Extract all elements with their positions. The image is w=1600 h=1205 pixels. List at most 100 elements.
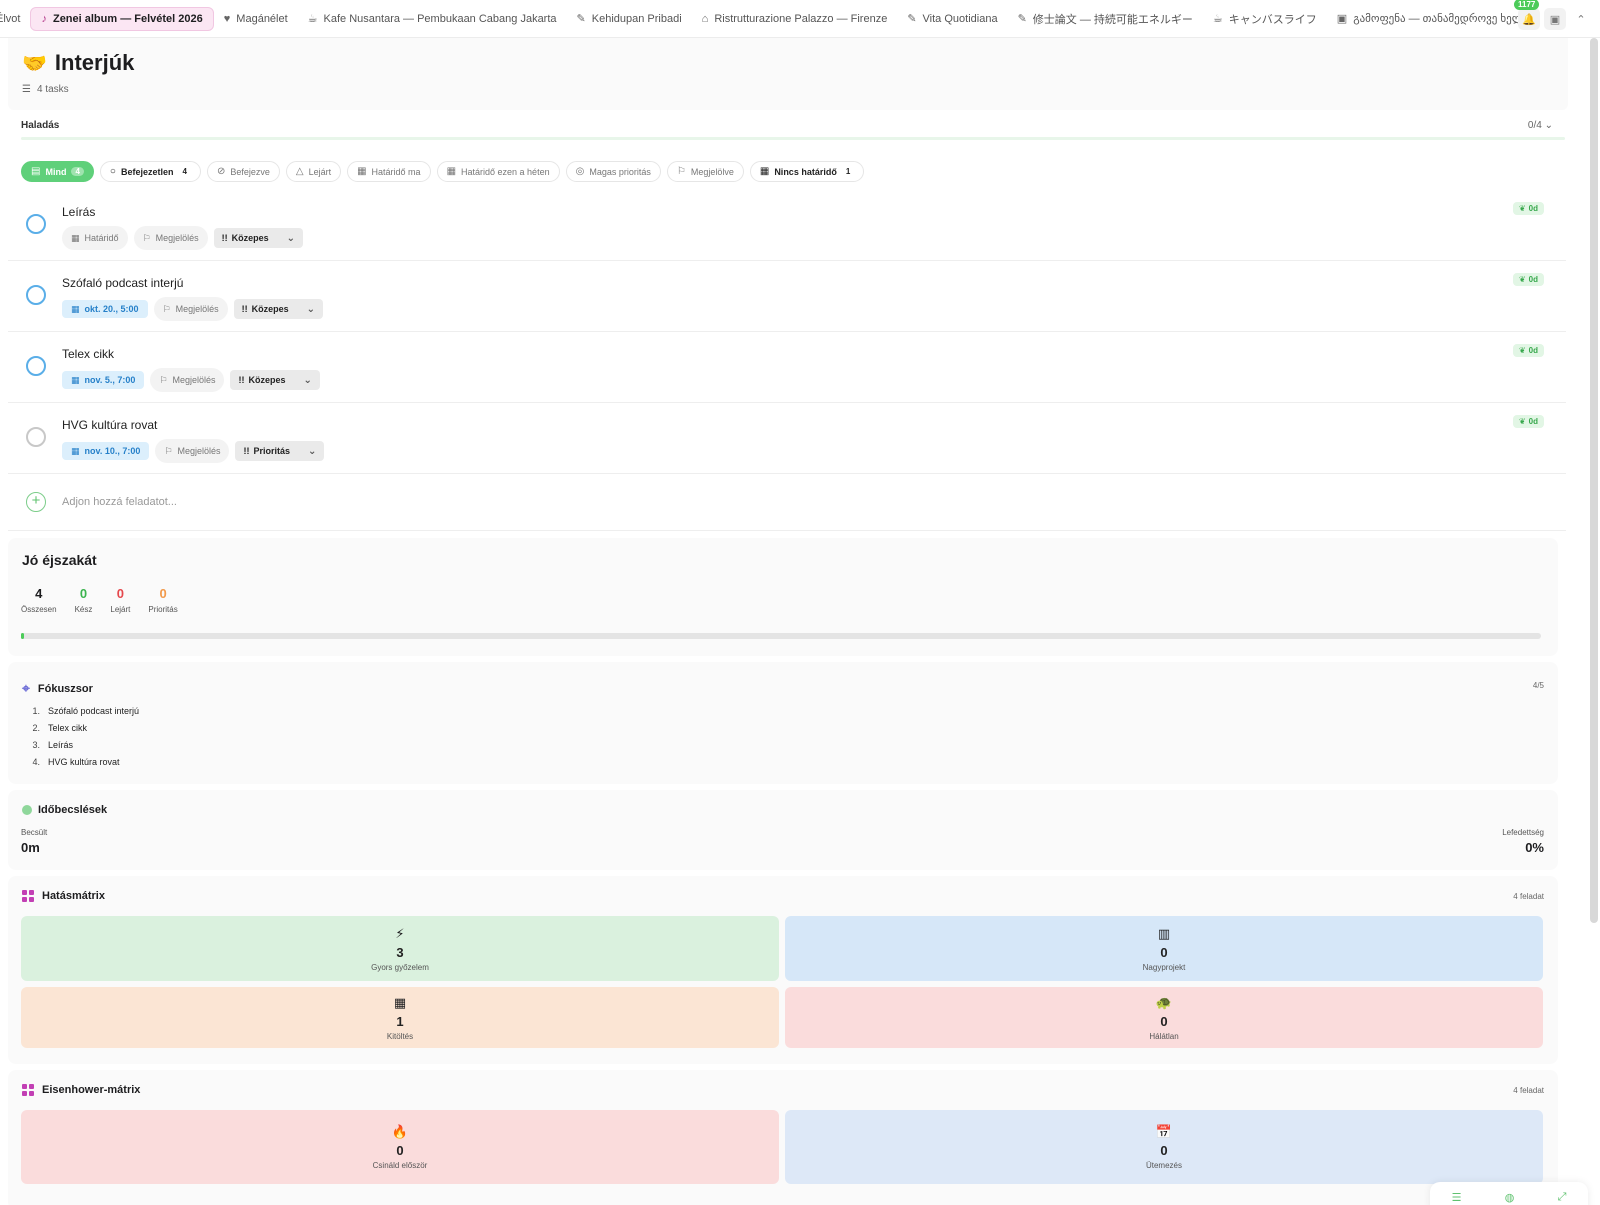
time-estimate-badge[interactable]: ❦ 0d (1512, 273, 1544, 286)
task-checkbox[interactable] (26, 356, 46, 376)
pen-icon: ✎ (1017, 13, 1027, 25)
due-date-button[interactable]: ▦ nov. 5., 7:00 (62, 371, 145, 389)
flag-icon: ⚐ (164, 445, 173, 456)
flag-button[interactable]: ⚐ Megjelölés (155, 439, 230, 463)
time-estimate-badge[interactable]: ❦ 0d (1512, 415, 1544, 428)
impact-matrix-card: Hatásmátrix 4 feladat ⚡ 3 Gyors győzelem ▥… (8, 876, 1558, 1064)
tab-2[interactable]: ♥ Magánélet (214, 7, 298, 31)
calendar-icon: ▦ (357, 166, 367, 177)
task-row[interactable]: Telex cikk ▦ nov. 5., 7:00 ⚐ Megjelölés !!… (8, 332, 1566, 403)
tab-4[interactable]: ✎ Kehidupan Pribadi (567, 7, 692, 31)
progress-section[interactable]: Haladás 0/4 ⌄ (21, 120, 1565, 142)
project-tab-bar: Élvot ♪ Zenei album — Felvétel 2026 ♥ Magá… (0, 0, 1600, 38)
tab-8[interactable]: ☕ キャンバスライフ (1203, 7, 1327, 31)
building-icon: ▥ (1157, 925, 1171, 941)
filter-all[interactable]: ▤ Mind 4 (21, 161, 94, 182)
filter-overdue[interactable]: △ Lejárt (285, 161, 342, 182)
collapse-button[interactable]: ⌃ (1570, 8, 1592, 30)
filter-due-today[interactable]: ▦ Határidő ma (347, 161, 431, 182)
flag-label: Megjelölés (155, 233, 199, 243)
do-first-cell[interactable]: 🔥 0 Csináld először (21, 1110, 779, 1184)
tab-6[interactable]: ✎ Vita Quotidiana (897, 7, 1007, 31)
big-project-cell[interactable]: ▥ 0 Nagyprojekt (785, 916, 1543, 981)
filter-label: Befejezve (230, 166, 270, 177)
flag-button[interactable]: ⚐ Megjelölés (153, 297, 228, 321)
layout-button[interactable]: ▣ (1544, 8, 1566, 30)
filter-no-due-date[interactable]: ▦ Nincs határidő 1 (749, 161, 865, 182)
add-task-row[interactable]: + Adjon hozzá feladatot... (8, 474, 1566, 531)
quick-win-cell[interactable]: ⚡ 3 Gyors győzelem (21, 916, 779, 981)
task-row[interactable]: Leírás ▦ Határidő ⚐ Megjelölés !! Közepes ⌄ … (8, 190, 1566, 261)
task-count-label: 4 tasks (36, 84, 69, 95)
time-estimate-label: 0d (1528, 275, 1538, 284)
due-date-button[interactable]: ▦ nov. 10., 7:00 (62, 442, 150, 460)
filter-completed[interactable]: ⊘ Befejezve (206, 161, 280, 182)
task-title[interactable]: Leírás (62, 205, 95, 219)
calendar-icon: ▦ (71, 303, 80, 314)
stat-label: Lejárt (110, 605, 131, 614)
tab-7[interactable]: ✎ 修士論文 — 持続可能エネルギー (1008, 7, 1203, 31)
list-icon[interactable]: ☰ (1452, 1191, 1462, 1204)
tab-3[interactable]: ☕ Kafe Nusantara — Pembukaan Cabang Jakar… (298, 7, 567, 31)
focus-item-label: HVG kultúra rovat (48, 757, 120, 767)
filter-high-priority[interactable]: ◎ Magas prioritás (565, 161, 661, 182)
priority-select[interactable]: !! Prioritás ⌄ (235, 441, 325, 461)
priority-icon: !! (243, 446, 250, 456)
thankless-cell[interactable]: 🐢 0 Hálátlan (785, 987, 1543, 1048)
expand-icon[interactable]: ⤢ (1558, 1191, 1567, 1204)
task-title[interactable]: Szófaló podcast interjú (62, 276, 183, 290)
task-title[interactable]: HVG kultúra rovat (62, 418, 157, 432)
scrollbar[interactable] (1590, 38, 1598, 923)
cell-label: Hálátlan (1149, 1031, 1179, 1041)
filter-due-this-week[interactable]: ▦ Határidő ezen a héten (436, 161, 560, 182)
task-title[interactable]: Telex cikk (62, 347, 114, 361)
task-row[interactable]: Szófaló podcast interjú ▦ okt. 20., 5:00 … (8, 261, 1566, 332)
filter-flagged[interactable]: ⚐ Megjelölve (666, 161, 744, 182)
due-date-label: nov. 5., 7:00 (84, 375, 136, 385)
flag-button[interactable]: ⚐ Megjelölés (133, 226, 208, 250)
due-date-button[interactable]: ▦ okt. 20., 5:00 (62, 300, 148, 318)
add-task-input[interactable]: Adjon hozzá feladatot... (62, 496, 177, 508)
cell-value: 0 (1160, 1013, 1168, 1029)
time-estimate-badge[interactable]: ❦ 0d (1512, 202, 1544, 215)
time-estimates-card: Időbecslések Becsült 0m Lefedettség 0% (8, 790, 1558, 870)
time-estimate-badge[interactable]: ❦ 0d (1512, 344, 1544, 357)
priority-select[interactable]: !! Közepes ⌄ (233, 299, 324, 319)
due-date-button[interactable]: ▦ Határidő (62, 226, 128, 250)
target-icon: ◎ (575, 166, 585, 177)
priority-select[interactable]: !! Közepes ⌄ (213, 228, 304, 248)
panel-icon: ▣ (1549, 13, 1561, 26)
stat-value: 4 (35, 586, 43, 601)
cell-label: Gyors győzelem (371, 962, 429, 972)
time-estimate-label: 0d (1528, 417, 1538, 426)
impact-grid: ⚡ 3 Gyors győzelem ▥ 0 Nagyprojekt ▦ 1 Kitölté… (21, 916, 1543, 1048)
focus-item[interactable]: 3. Leírás (30, 740, 139, 757)
plus-circle-icon[interactable]: + (26, 492, 46, 512)
warning-icon: △ (295, 166, 304, 177)
task-row[interactable]: HVG kultúra rovat ▦ nov. 10., 7:00 ⚐ Megje… (8, 403, 1566, 474)
tab-0[interactable]: Élvot (0, 7, 30, 31)
focus-item[interactable]: 1. Szófaló podcast interjú (30, 706, 139, 723)
task-checkbox[interactable] (26, 427, 46, 447)
notifications-button[interactable]: 1177 🔔 (1514, 0, 1540, 30)
task-checkbox[interactable] (26, 285, 46, 305)
priority-label: Közepes (251, 304, 289, 314)
task-checkbox[interactable] (26, 214, 46, 234)
flag-button[interactable]: ⚐ Megjelölés (150, 368, 225, 392)
filter-incomplete[interactable]: ○ Befejezetlen 4 (99, 161, 201, 182)
priority-select[interactable]: !! Közepes ⌄ (230, 370, 320, 390)
tab-1[interactable]: ♪ Zenei album — Felvétel 2026 (30, 6, 214, 31)
fill-in-cell[interactable]: ▦ 1 Kitöltés (21, 987, 779, 1048)
globe-icon[interactable]: ◍ (1505, 1191, 1515, 1204)
focus-item[interactable]: 2. Telex cikk (30, 723, 139, 740)
impact-count: 4 feladat (1513, 892, 1544, 901)
schedule-cell[interactable]: 📅 0 Ütemezés (785, 1110, 1543, 1184)
priority-label: Közepes (231, 233, 269, 243)
flag-icon: ⚐ (142, 232, 151, 243)
time-estimate-label: 0d (1528, 204, 1538, 213)
focus-item[interactable]: 4. HVG kultúra rovat (30, 757, 139, 774)
due-date-label: okt. 20., 5:00 (84, 304, 139, 314)
check-circle-icon: ⊘ (216, 166, 226, 177)
tab-5[interactable]: ⌂ Ristrutturazione Palazzo — Firenze (692, 7, 898, 31)
filter-label: Mind (45, 166, 67, 177)
